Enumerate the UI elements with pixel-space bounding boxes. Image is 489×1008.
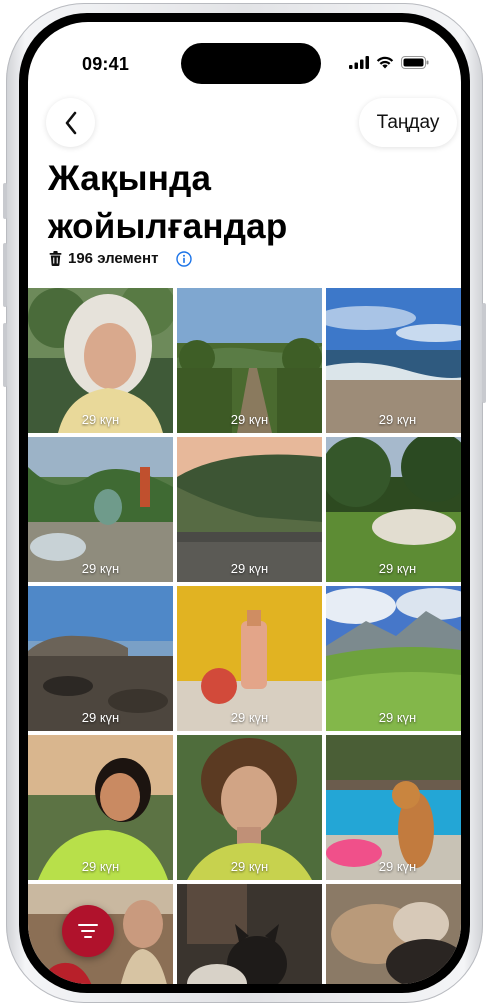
photo-thumbnail[interactable]: 29 күн — [177, 288, 322, 433]
photo-thumbnail[interactable] — [326, 884, 461, 984]
days-left-label: 29 күн — [230, 859, 269, 874]
days-left-label: 29 күн — [378, 710, 417, 725]
item-count-row: 196 элемент — [49, 250, 193, 267]
dynamic-island — [181, 43, 321, 84]
days-left-label: 29 күн — [81, 412, 120, 427]
item-count: 196 элемент — [68, 250, 159, 267]
days-left-label: 29 күн — [81, 561, 120, 576]
page-title: Жақында жойылғандар — [48, 155, 448, 251]
days-left-label: 29 күн — [81, 710, 120, 725]
photo-thumbnail[interactable]: 29 күн — [28, 586, 173, 731]
volume-down-button — [3, 323, 7, 387]
days-left-label: 29 күн — [378, 561, 417, 576]
photo-thumbnail[interactable]: 29 күн — [28, 437, 173, 582]
photo-thumbnail[interactable]: 29 күн — [326, 586, 461, 731]
days-left-label: 29 күн — [81, 859, 120, 874]
status-icons — [349, 56, 429, 69]
select-button[interactable]: Таңдау — [359, 98, 457, 147]
photo-image — [177, 884, 322, 984]
phone-frame: 09:41 Таңдау Жақында жойылғандар 196 эле… — [3, 3, 486, 1003]
photo-thumbnail[interactable]: 29 күн — [177, 586, 322, 731]
title-line-2: жойылғандар — [48, 207, 288, 246]
info-icon — [176, 250, 193, 267]
screen: 09:41 Таңдау Жақында жойылғандар 196 эле… — [28, 22, 461, 984]
photo-thumbnail[interactable] — [177, 884, 322, 984]
days-left-label: 29 күн — [378, 859, 417, 874]
photo-thumbnail[interactable]: 29 күн — [177, 735, 322, 880]
filter-button[interactable] — [62, 905, 114, 957]
status-bar: 09:41 — [28, 22, 461, 84]
days-left-label: 29 күн — [230, 412, 269, 427]
photo-thumbnail[interactable]: 29 күн — [326, 288, 461, 433]
photo-thumbnail[interactable]: 29 күн — [326, 735, 461, 880]
action-button — [3, 183, 7, 219]
photo-image — [326, 884, 461, 984]
back-button[interactable] — [46, 98, 95, 147]
trash-icon — [49, 251, 62, 266]
volume-up-button — [3, 243, 7, 307]
days-left-label: 29 күн — [230, 561, 269, 576]
chevron-left-icon — [65, 111, 76, 134]
photo-thumbnail[interactable]: 29 күн — [28, 288, 173, 433]
title-line-1: Жақында — [48, 159, 212, 198]
battery-icon — [401, 56, 429, 69]
signal-icon — [349, 56, 369, 69]
power-button — [482, 303, 486, 403]
bezel: 09:41 Таңдау Жақында жойылғандар 196 эле… — [19, 13, 470, 993]
photo-grid: 29 күн 29 күн 29 күн 29 күн 29 күн 29 кү… — [28, 288, 461, 984]
status-time: 09:41 — [82, 54, 130, 74]
wifi-icon — [376, 56, 394, 69]
days-left-label: 29 күн — [230, 710, 269, 725]
photo-thumbnail[interactable]: 29 күн — [326, 437, 461, 582]
filter-icon — [78, 924, 98, 938]
days-left-label: 29 күн — [378, 412, 417, 427]
photo-thumbnail[interactable]: 29 күн — [177, 437, 322, 582]
photo-thumbnail[interactable]: 29 күн — [28, 735, 173, 880]
info-button[interactable] — [176, 250, 193, 267]
